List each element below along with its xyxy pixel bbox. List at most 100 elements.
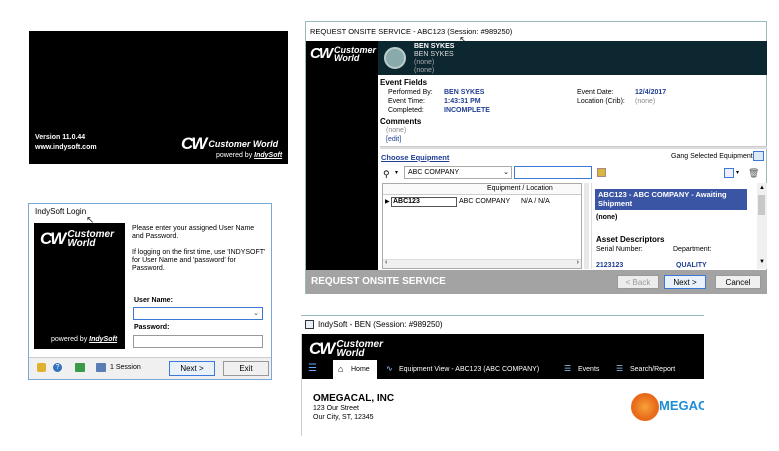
filter-icon[interactable]	[597, 168, 606, 177]
equipment-grid: Equipment / Location ▶ ABC123 ABC COMPAN…	[382, 183, 582, 269]
exit-button[interactable]: Exit	[223, 361, 269, 376]
chevron-left-icon[interactable]: ‹	[385, 259, 387, 266]
splitter[interactable]	[380, 146, 767, 149]
row-location: N/A / N/A	[521, 198, 550, 205]
hamburger-menu-icon[interactable]: ☰	[308, 363, 317, 374]
location-value: (none)	[635, 98, 656, 105]
back-button[interactable]: < Back	[617, 275, 659, 289]
help-icon[interactable]: ?	[53, 363, 62, 372]
version-text: Version 11.0.44	[35, 134, 86, 141]
cw-logo-icon: CW	[40, 229, 66, 248]
company-select[interactable]: ABC COMPANY ⌄	[404, 166, 512, 179]
main-header: CW Customer World ☰ ⌂ Home ∿ Equipment Vi…	[301, 334, 704, 379]
event-date-value: 12/4/2017	[635, 89, 667, 96]
brand-text: Customer World	[208, 139, 279, 149]
omega-globe-icon	[631, 393, 659, 421]
list-icon: ☰	[564, 364, 572, 373]
chevron-down-icon[interactable]: ⌄	[503, 168, 509, 176]
tab-events-label: Events	[578, 366, 600, 373]
cw-logo-icon: CW	[309, 339, 335, 358]
event-fields-title: Event Fields	[380, 78, 428, 87]
tab-home-label: Home	[351, 366, 370, 373]
export-icon[interactable]	[724, 168, 734, 178]
gang-selected-label: Gang Selected Equipment	[671, 153, 753, 160]
brand-line2: World	[336, 348, 365, 359]
edit-comments-link[interactable]: [edit]	[386, 136, 401, 143]
comments-title: Comments	[380, 117, 422, 126]
cw-logo-icon: CW	[181, 134, 207, 153]
performed-by-label: Performed By:	[388, 89, 433, 96]
address-line2: Our City, ST, 12345	[313, 414, 374, 421]
tab-home[interactable]: ⌂ Home	[333, 360, 377, 379]
login-footer: ? 1 Session Next > Exit	[29, 357, 271, 379]
tab-search-label: Search/Report	[630, 366, 676, 373]
chevron-down-icon[interactable]: ▾	[736, 169, 739, 176]
customer-world-logo: CW Customer World	[181, 134, 278, 154]
user-sub1: BEN SYKES	[414, 51, 454, 58]
company-name: OMEGACAL, INC	[313, 393, 395, 404]
settings-icon[interactable]	[75, 363, 85, 372]
main-titlebar: IndySoft - BEN (Session: #989250)	[301, 315, 704, 334]
login-instructions: Please enter your assigned User Name and…	[132, 225, 255, 240]
binoculars-icon[interactable]: ⚲	[383, 169, 390, 180]
app-icon	[305, 320, 314, 329]
performed-by-value: BEN SYKES	[444, 89, 485, 96]
password-field[interactable]	[133, 335, 263, 348]
detail-title: ABC123 - ABC COMPANY - Awaiting Shipment	[595, 189, 747, 210]
customer-world-logo: CW Customer World	[40, 229, 114, 249]
powered-text: powered by	[51, 336, 88, 343]
comments-value: (none)	[386, 127, 407, 134]
brand-line2: World	[67, 238, 96, 249]
powered-by: powered by IndySoft	[51, 336, 117, 343]
equipment-search-input[interactable]	[514, 166, 592, 179]
row-pointer-icon: ▶	[385, 199, 390, 205]
chevron-down-icon[interactable]: ▼	[759, 259, 765, 265]
onsite-footer: REQUEST ONSITE SERVICE < Back Next > Can…	[306, 270, 767, 294]
key-icon[interactable]	[37, 363, 46, 372]
user-sub3: (none)	[414, 67, 435, 74]
cancel-button[interactable]: Cancel	[715, 275, 761, 289]
avatar	[384, 47, 406, 69]
customer-world-logo: CW Customer World	[310, 45, 376, 62]
next-button[interactable]: Next >	[169, 361, 215, 376]
chevron-down-icon[interactable]: ⌄	[253, 309, 259, 317]
chevron-up-icon[interactable]: ▲	[759, 185, 765, 191]
list-icon: ☰	[616, 364, 624, 373]
company-select-value: ABC COMPANY	[408, 169, 460, 176]
grid-splitter[interactable]	[584, 183, 589, 269]
choose-equipment-title: Choose Equipment	[381, 153, 450, 162]
username-value	[134, 310, 136, 317]
event-date-label: Event Date:	[577, 89, 614, 96]
department-value: QUALITY	[676, 262, 707, 268]
session-text: 1 Session	[110, 364, 141, 371]
serial-label: Serial Number:	[596, 246, 643, 253]
chevron-down-icon[interactable]: ▾	[395, 169, 398, 176]
completed-label: Completed:	[388, 107, 424, 114]
address-line1: 123 Our Street	[313, 405, 359, 412]
gang-select-icon[interactable]	[753, 151, 764, 161]
equipment-detail-panel: ABC123 - ABC COMPANY - Awaiting Shipment…	[591, 183, 767, 269]
completed-value: INCOMPLETE	[444, 107, 490, 114]
asset-descriptors-title: Asset Descriptors	[596, 235, 665, 244]
megacal-logo-text: MEGAC	[659, 398, 704, 413]
brand-line2: World	[334, 52, 360, 63]
location-label: Location (Crib):	[577, 98, 625, 105]
indysoft-main-window: IndySoft - BEN (Session: #989250) CW Cus…	[301, 315, 704, 436]
login-window: IndySoft Login CW Customer World powered …	[28, 203, 272, 380]
grid-header-label: Equipment / Location	[487, 185, 553, 192]
website-text: www.indysoft.com	[35, 144, 97, 151]
powered-by: powered by IndySoft	[216, 152, 282, 159]
user-name: BEN SYKES	[414, 43, 455, 50]
footer-title: REQUEST ONSITE SERVICE	[311, 276, 446, 287]
trash-icon[interactable]: 🗑	[748, 168, 759, 179]
scrollbar-thumb[interactable]	[758, 195, 765, 215]
table-row[interactable]: ▶ ABC123 ABC COMPANY N/A / N/A	[383, 197, 581, 208]
department-label: Department:	[673, 246, 712, 253]
grid-header: Equipment / Location	[383, 184, 581, 195]
horizontal-scrollbar[interactable]: ‹ ›	[383, 259, 581, 268]
next-button[interactable]: Next >	[664, 275, 706, 289]
chevron-right-icon[interactable]: ›	[577, 259, 579, 266]
username-field[interactable]: ⌄	[133, 307, 263, 320]
onsite-brand-panel: CW Customer World	[306, 41, 378, 270]
vertical-scrollbar[interactable]: ▲ ▼	[757, 183, 767, 269]
